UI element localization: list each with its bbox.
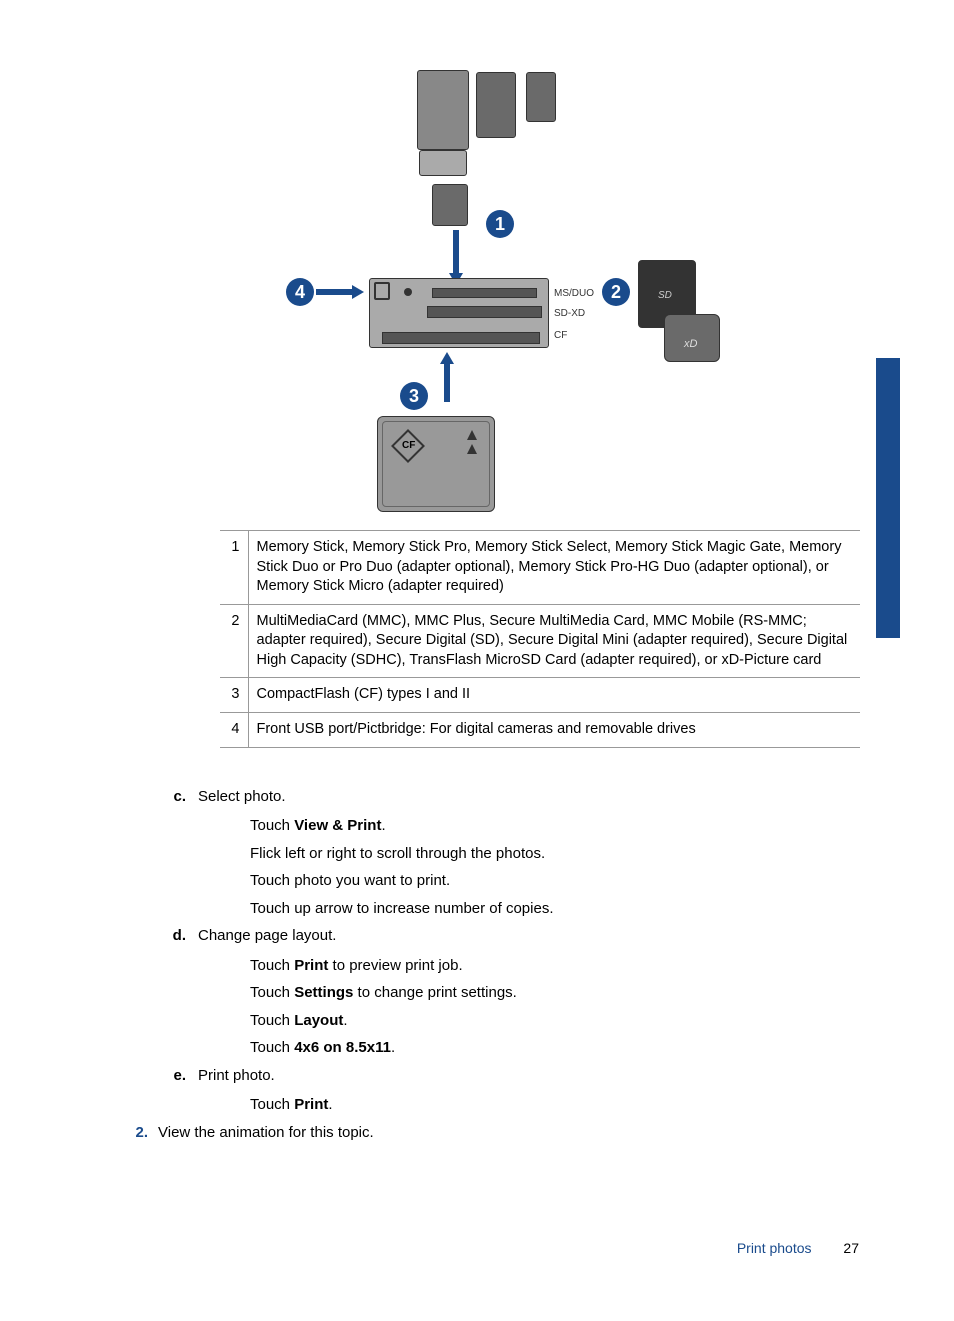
legend-text: Front USB port/Pictbridge: For digital c… bbox=[248, 712, 860, 747]
legend-num: 2 bbox=[220, 604, 248, 678]
step-sub: Touch 4x6 on 8.5x11. bbox=[250, 1035, 864, 1061]
arrow-icon bbox=[352, 285, 364, 299]
chapter-tab bbox=[876, 358, 900, 638]
step-letter: c. bbox=[160, 784, 198, 810]
step-sub: Touch up arrow to increase number of cop… bbox=[250, 896, 864, 922]
led-icon bbox=[404, 288, 412, 296]
step-list: c. Select photo. Touch View & Print. Fli… bbox=[160, 784, 864, 1146]
step-title: Print photo. bbox=[198, 1063, 864, 1089]
step-number: 2. bbox=[128, 1120, 158, 1146]
table-row: 1 Memory Stick, Memory Stick Pro, Memory… bbox=[220, 531, 860, 605]
slot-icon bbox=[382, 332, 540, 344]
step-e: e. Print photo. bbox=[160, 1063, 864, 1089]
callout-4: 4 bbox=[286, 278, 314, 306]
slot-icon bbox=[432, 288, 537, 298]
legend-num: 4 bbox=[220, 712, 248, 747]
legend-text: CompactFlash (CF) types I and II bbox=[248, 678, 860, 713]
step-sub: Touch Print. bbox=[250, 1092, 864, 1118]
step-sub: Touch View & Print. bbox=[250, 813, 864, 839]
callout-3: 3 bbox=[400, 382, 428, 410]
arrow-icon bbox=[440, 352, 454, 364]
step-sub: Touch Settings to change print settings. bbox=[250, 980, 864, 1006]
step-title: Change page layout. bbox=[198, 923, 864, 949]
triangle-icon bbox=[467, 430, 477, 440]
arrow-icon bbox=[444, 362, 450, 402]
step-sub: Touch Print to preview print job. bbox=[250, 953, 864, 979]
card-slot-diagram: 1 MS/DUO SD-XD CF 4 2 SD xD 3 CF bbox=[272, 60, 752, 520]
cf-label: CF bbox=[402, 440, 415, 451]
step-sub: Flick left or right to scroll through th… bbox=[250, 841, 864, 867]
arrow-icon bbox=[316, 289, 354, 295]
card-icon bbox=[417, 70, 469, 150]
step-2: 2. View the animation for this topic. bbox=[128, 1120, 864, 1146]
arrow-icon bbox=[453, 230, 459, 275]
step-sub: Touch photo you want to print. bbox=[250, 868, 864, 894]
table-row: 2 MultiMediaCard (MMC), MMC Plus, Secure… bbox=[220, 604, 860, 678]
card-icon bbox=[526, 72, 556, 122]
legend-table: 1 Memory Stick, Memory Stick Pro, Memory… bbox=[220, 530, 860, 748]
card-icon bbox=[476, 72, 516, 138]
chapter-tab-label: Print bbox=[899, 600, 914, 630]
page-footer: Print photos 27 bbox=[737, 1240, 859, 1256]
step-title: Select photo. bbox=[198, 784, 864, 810]
slot-label: MS/DUO bbox=[554, 288, 594, 299]
usb-port-icon bbox=[374, 282, 390, 300]
card-icon bbox=[432, 184, 468, 226]
sd-label: SD bbox=[658, 290, 672, 301]
step-title: View the animation for this topic. bbox=[158, 1120, 864, 1146]
footer-page-number: 27 bbox=[843, 1240, 859, 1256]
step-letter: d. bbox=[160, 923, 198, 949]
xd-label: xD bbox=[684, 338, 697, 350]
slot-label: CF bbox=[554, 330, 567, 341]
page-content: 1 MS/DUO SD-XD CF 4 2 SD xD 3 CF bbox=[0, 0, 954, 1145]
callout-1: 1 bbox=[486, 210, 514, 238]
footer-section: Print photos bbox=[737, 1240, 812, 1256]
slot-icon bbox=[427, 306, 542, 318]
legend-text: Memory Stick, Memory Stick Pro, Memory S… bbox=[248, 531, 860, 605]
step-d: d. Change page layout. bbox=[160, 923, 864, 949]
table-row: 4 Front USB port/Pictbridge: For digital… bbox=[220, 712, 860, 747]
legend-num: 1 bbox=[220, 531, 248, 605]
slot-label: SD-XD bbox=[554, 308, 585, 319]
triangle-icon bbox=[467, 444, 477, 454]
legend-num: 3 bbox=[220, 678, 248, 713]
step-letter: e. bbox=[160, 1063, 198, 1089]
callout-2: 2 bbox=[602, 278, 630, 306]
step-sub: Touch Layout. bbox=[250, 1008, 864, 1034]
card-icon bbox=[419, 150, 467, 176]
step-c: c. Select photo. bbox=[160, 784, 864, 810]
table-row: 3 CompactFlash (CF) types I and II bbox=[220, 678, 860, 713]
legend-text: MultiMediaCard (MMC), MMC Plus, Secure M… bbox=[248, 604, 860, 678]
